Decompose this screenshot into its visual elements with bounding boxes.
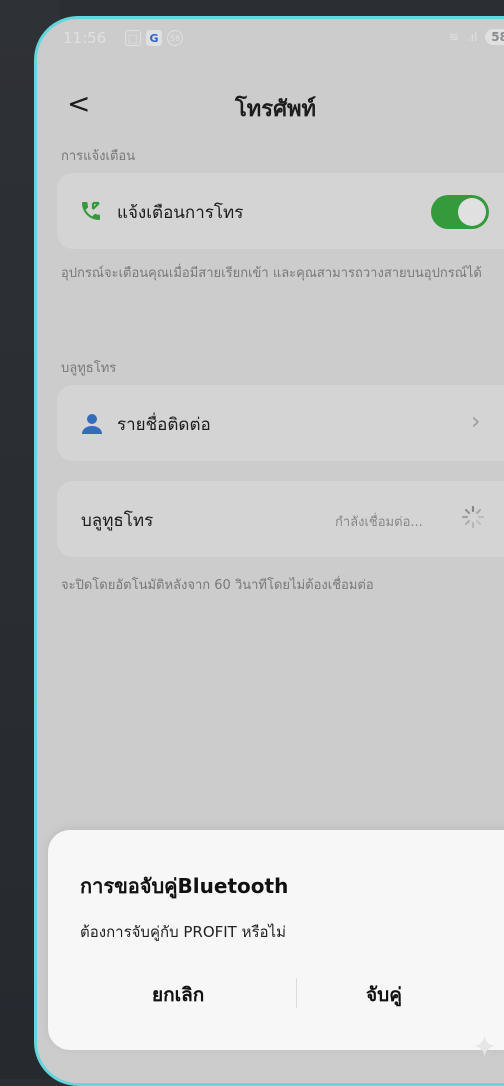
section-label-notification: การแจ้งเตือน xyxy=(61,149,136,164)
contacts-label: รายชื่อติดต่อ xyxy=(117,415,211,435)
bluetooth-pair-dialog: การขอจับคู่Bluetooth ต้องการจับคู่กับ PR… xyxy=(48,830,504,1050)
sparkle-icon: ✦ xyxy=(472,1030,498,1065)
wifi-icon: ≋ xyxy=(448,30,459,44)
dialog-message: ต้องการจับคู่กับ PROFIT หรือไม่ xyxy=(80,923,286,941)
signal-icon: .ıl xyxy=(466,30,478,44)
nav-header: < โทรศัพท์ xyxy=(37,81,504,131)
pair-button[interactable]: จับคู่ xyxy=(366,980,402,1010)
cancel-button[interactable]: ยกเลิก xyxy=(152,980,204,1010)
page-title: โทรศัพท์ xyxy=(234,97,317,122)
bluetooth-call-label: บลูทูธโทร xyxy=(81,511,154,531)
status-time: 11:56 xyxy=(63,29,107,47)
dialog-divider xyxy=(296,978,297,1008)
phone-incoming-icon xyxy=(82,201,100,220)
screenshot-icon: □ xyxy=(125,30,141,46)
contacts-row[interactable]: รายชื่อติดต่อ › xyxy=(57,385,504,461)
status-bar: 11:56 □ G 58 ≋ .ıl 58 xyxy=(37,19,504,61)
call-notification-description: อุปกรณ์จะเตือนคุณเมื่อมีสายเรียกเข้า และ… xyxy=(61,266,482,281)
call-notification-label: แจ้งเตือนการโทร xyxy=(117,203,244,223)
person-icon xyxy=(82,414,102,434)
chevron-right-icon: › xyxy=(471,407,481,435)
dialog-title: การขอจับคู่Bluetooth xyxy=(80,874,289,898)
auto-close-note: จะปิดโดยอัตโนมัติหลังจาก 60 วินาทีโดยไม่… xyxy=(61,578,374,593)
notification-count-icon: 58 xyxy=(167,30,183,46)
status-notification-icons: □ G 58 xyxy=(125,30,183,46)
call-notification-row[interactable]: แจ้งเตือนการโทร xyxy=(57,173,504,249)
battery-icon: 58 xyxy=(485,29,504,45)
section-label-bluetooth-call: บลูทูธโทร xyxy=(61,361,117,376)
toggle-knob xyxy=(458,198,486,226)
status-right: ≋ .ıl 58 xyxy=(449,29,504,45)
connection-status: กำลังเชื่อมต่อ... xyxy=(335,515,423,530)
google-icon: G xyxy=(146,30,162,46)
loading-spinner-icon xyxy=(461,505,485,529)
call-notification-toggle[interactable] xyxy=(431,195,489,229)
bluetooth-call-row[interactable]: บลูทูธโทร กำลังเชื่อมต่อ... xyxy=(57,481,504,557)
